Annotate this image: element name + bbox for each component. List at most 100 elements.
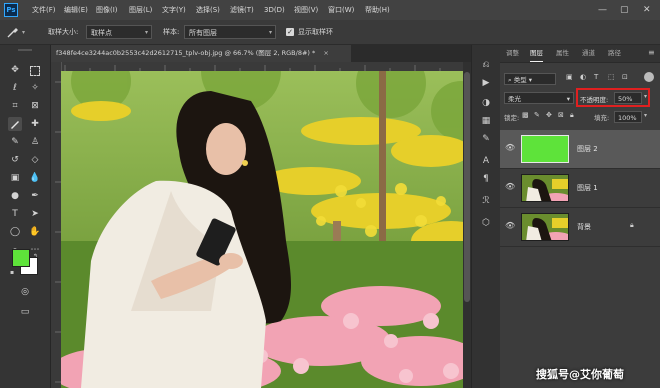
scrollbar-thumb[interactable]	[464, 72, 470, 302]
ellipse-tool-icon[interactable]: ◯	[8, 225, 22, 239]
menu-select[interactable]: 选择(S)	[196, 0, 220, 20]
close-tab-icon[interactable]: ×	[323, 49, 328, 57]
tool-preset-chevron-icon[interactable]: ▾	[22, 29, 25, 36]
clone-stamp-tool-icon[interactable]: ♙	[28, 135, 42, 149]
spot-healing-tool-icon[interactable]: ✚	[28, 117, 42, 131]
visibility-eye-icon[interactable]: 👁︎	[505, 143, 515, 153]
magic-wand-tool-icon[interactable]: ✧	[28, 81, 42, 95]
lock-artboard-icon[interactable]: ⊠	[558, 111, 564, 119]
sample-label: 样本:	[163, 28, 180, 36]
document-tab-title: f348fe4ce3244ac0b2553c42d2612715_tplv-ob…	[56, 49, 316, 57]
show-ring-checkbox[interactable]: ✓	[286, 28, 294, 36]
filter-pixel-icon[interactable]: ▣	[566, 73, 573, 81]
lock-label: 锁定:	[504, 114, 520, 122]
dodge-tool-icon[interactable]: ●	[8, 189, 22, 203]
menu-image[interactable]: 图像(I)	[96, 0, 118, 20]
tab-paths[interactable]: 路径	[608, 45, 621, 61]
3d-panel-icon[interactable]: ⬡	[480, 217, 492, 229]
tab-layers[interactable]: 图层	[530, 45, 543, 62]
lasso-tool-icon[interactable]: ℓ	[8, 81, 22, 95]
glyphs-panel-icon[interactable]: ℛ	[480, 195, 492, 207]
menu-window[interactable]: 窗口(W)	[328, 0, 354, 20]
layer-row-background[interactable]: 👁︎ 背景 🔒︎	[500, 208, 660, 247]
close-icon[interactable]: ✕	[643, 0, 651, 20]
tab-channels[interactable]: 通道	[582, 45, 595, 61]
menu-type[interactable]: 文字(Y)	[162, 0, 186, 20]
default-colors-icon[interactable]: ▪	[10, 269, 14, 276]
blend-mode-select[interactable]: 柔光 ▾	[504, 92, 574, 104]
document-tab[interactable]: f348fe4ce3244ac0b2553c42d2612715_tplv-ob…	[51, 45, 351, 62]
opacity-label: 不透明度:	[580, 96, 609, 104]
menu-layer[interactable]: 图层(L)	[129, 0, 152, 20]
sample-size-label: 取样大小:	[48, 28, 79, 36]
eyedropper-tool-icon[interactable]	[6, 25, 20, 39]
eraser-tool-icon[interactable]: ◇	[28, 153, 42, 167]
marquee-tool-icon[interactable]	[28, 63, 42, 77]
gradient-tool-icon[interactable]: ▣	[8, 171, 22, 185]
filter-shape-icon[interactable]: ⬚	[608, 73, 615, 81]
pen-tool-icon[interactable]: ✒	[28, 189, 42, 203]
filter-toggle[interactable]	[644, 72, 654, 82]
document-canvas[interactable]	[61, 71, 463, 388]
tools-panel: ✥ ℓ ✧ ⌗ ⊠ ✚ ✎ ♙ ↺ ◇ ▣ 💧 ● ✒ T ➤ ◯ ✋ ⌕ ⋯ …	[0, 45, 51, 388]
menu-edit[interactable]: 编辑(E)	[64, 0, 88, 20]
brush-tool-icon[interactable]: ✎	[8, 135, 22, 149]
tab-properties[interactable]: 属性	[556, 45, 569, 61]
path-selection-tool-icon[interactable]: ➤	[28, 207, 42, 221]
visibility-eye-icon[interactable]: 👁︎	[505, 221, 515, 231]
layer-thumbnail	[521, 135, 569, 163]
menu-help[interactable]: 帮助(H)	[365, 0, 390, 20]
maximize-icon[interactable]: ▢	[620, 0, 629, 20]
actions-panel-icon[interactable]: ▶	[480, 77, 492, 89]
crop-tool-icon[interactable]: ⌗	[8, 99, 22, 113]
menu-file[interactable]: 文件(F)	[32, 0, 56, 20]
opacity-dropdown-icon[interactable]: ▾	[644, 93, 647, 100]
menu-3d[interactable]: 3D(D)	[264, 0, 285, 20]
lock-position-icon[interactable]: ✥	[546, 111, 552, 119]
eyedropper-icon[interactable]	[8, 117, 22, 131]
blur-tool-icon[interactable]: 💧	[28, 171, 42, 185]
move-tool-icon[interactable]: ✥	[8, 63, 22, 77]
frame-tool-icon[interactable]: ⊠	[28, 99, 42, 113]
tab-adjustments[interactable]: 调整	[506, 45, 519, 61]
fill-dropdown-icon[interactable]: ▾	[644, 112, 647, 119]
screen-mode-icon[interactable]: ▭	[18, 305, 32, 319]
filter-smart-object-icon[interactable]: ⊡	[622, 73, 628, 81]
filter-type-icon[interactable]: T	[594, 73, 598, 81]
lock-all-icon[interactable]: 🔒︎	[570, 111, 574, 120]
quick-mask-icon[interactable]: ◎	[18, 285, 32, 299]
filter-adjustment-icon[interactable]: ◐	[580, 73, 586, 81]
brush-settings-icon[interactable]: ✎	[480, 133, 492, 145]
layer-thumbnail	[521, 213, 569, 241]
lock-transparent-icon[interactable]: ▩	[522, 111, 529, 119]
foreground-color-swatch[interactable]	[12, 249, 30, 267]
layer-name[interactable]: 图层 2	[577, 130, 598, 168]
layer-thumbnail	[521, 174, 569, 202]
layer-row-layer1[interactable]: 👁︎ 图层 1	[500, 169, 660, 208]
minimize-icon[interactable]: —	[598, 0, 607, 20]
fill-input[interactable]: 100%	[614, 111, 642, 123]
history-panel-icon[interactable]: ⎌	[480, 59, 492, 71]
menu-filter[interactable]: 滤镜(T)	[230, 0, 254, 20]
layer-name[interactable]: 图层 1	[577, 169, 598, 207]
layer-name[interactable]: 背景	[577, 208, 591, 246]
sample-select[interactable]: 所有图层 ▾	[184, 25, 276, 39]
layer-filter-select[interactable]: ⌕ 类型 ▾	[504, 73, 556, 85]
toolbar-grip	[18, 49, 32, 51]
vertical-scrollbar[interactable]	[463, 62, 471, 388]
opacity-input[interactable]: 50%	[614, 92, 642, 104]
visibility-eye-icon[interactable]: 👁︎	[505, 182, 515, 192]
type-tool-icon[interactable]: T	[8, 207, 22, 221]
lock-pixels-icon[interactable]: ✎	[534, 111, 540, 119]
hand-tool-icon[interactable]: ✋	[28, 225, 42, 239]
history-brush-tool-icon[interactable]: ↺	[8, 153, 22, 167]
layer-row-layer2[interactable]: 👁︎ 图层 2	[500, 130, 660, 169]
menu-view[interactable]: 视图(V)	[294, 0, 318, 20]
sample-size-select[interactable]: 取样点 ▾	[86, 25, 152, 39]
swatches-panel-icon[interactable]: ▦	[480, 115, 492, 127]
color-panel-icon[interactable]: ◑	[480, 97, 492, 109]
panel-menu-icon[interactable]: ≡	[648, 48, 655, 57]
paragraph-panel-icon[interactable]: ¶	[480, 173, 492, 185]
character-panel-icon[interactable]: A	[480, 155, 492, 167]
layers-panel: 调整 图层 属性 通道 路径 ≡ ⌕ 类型 ▾ ▣ ◐ T ⬚ ⊡ 柔光 ▾ 不透…	[500, 45, 660, 388]
